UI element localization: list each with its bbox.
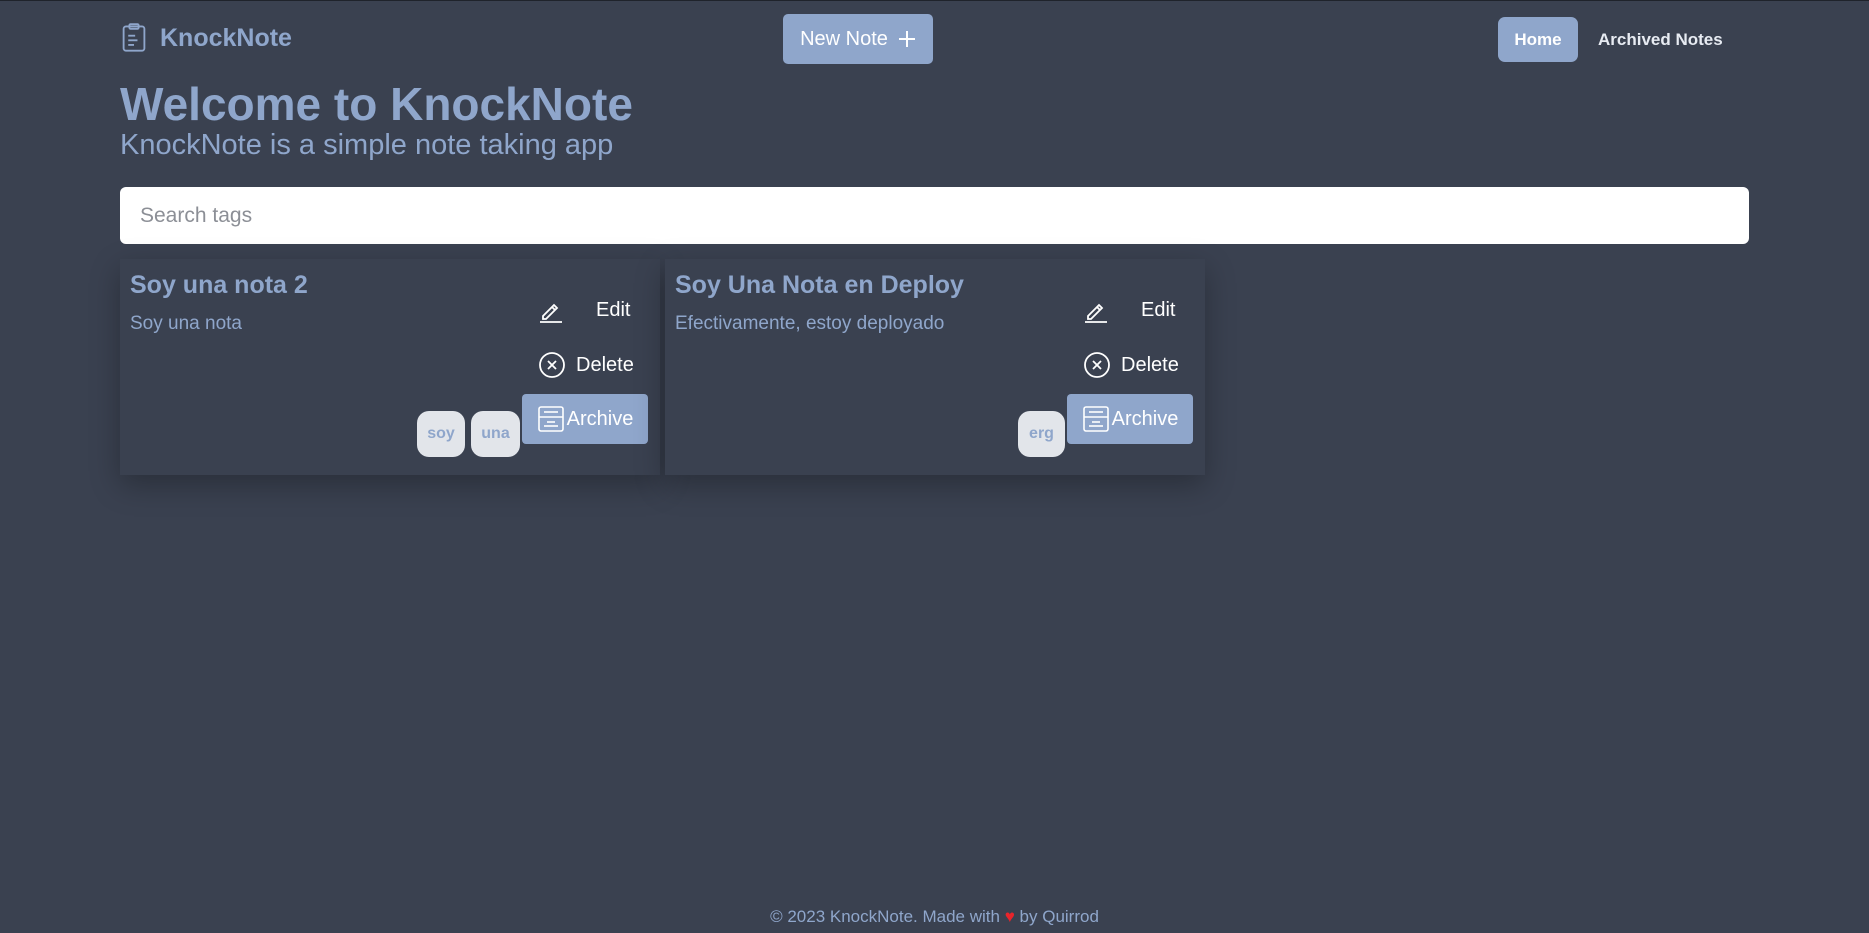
- clipboard-icon: [122, 23, 146, 52]
- page-title: Welcome to KnockNote: [120, 78, 633, 130]
- note-title: Soy una nota 2: [130, 271, 308, 299]
- plus-icon: [898, 31, 915, 47]
- pencil-icon: [540, 303, 562, 323]
- archive-label: Archive: [1111, 407, 1179, 430]
- note-card: Soy una nota 2 Soy una nota Edit Delete …: [120, 259, 660, 475]
- nav-home[interactable]: Home: [1498, 17, 1578, 62]
- search-tags-input[interactable]: [120, 187, 1749, 244]
- new-note-button[interactable]: New Note: [783, 14, 933, 64]
- page-subtitle: KnockNote is a simple note taking app: [120, 129, 614, 161]
- footer: © 2023 KnockNote. Made with ♥ by Quirrod: [0, 907, 1869, 927]
- footer-by: by: [1019, 907, 1038, 926]
- tag-chip[interactable]: erg: [1018, 411, 1065, 457]
- pencil-icon: [1085, 303, 1107, 323]
- new-note-label: New Note: [800, 27, 888, 50]
- edit-label: Edit: [1141, 298, 1176, 321]
- note-content: Soy una nota: [130, 313, 242, 334]
- heart-icon: ♥: [1004, 907, 1015, 926]
- edit-label: Edit: [596, 298, 631, 321]
- brand[interactable]: KnockNote: [120, 23, 292, 53]
- delete-label: Delete: [1121, 353, 1179, 376]
- close-circle-icon: [1084, 352, 1110, 378]
- archive-button[interactable]: Archive: [1067, 394, 1193, 444]
- archive-icon: [537, 406, 564, 432]
- top-navbar: KnockNote New Note Home Archived Notes: [0, 1, 1869, 79]
- edit-button[interactable]: Edit: [1083, 297, 1175, 323]
- tag-chip[interactable]: soy: [417, 411, 465, 457]
- delete-label: Delete: [576, 353, 634, 376]
- footer-author-link[interactable]: Quirrod: [1042, 907, 1099, 926]
- note-content: Efectivamente, estoy deployado: [675, 313, 945, 334]
- note-card: Soy Una Nota en Deploy Efectivamente, es…: [665, 259, 1205, 475]
- hero: Welcome to KnockNote KnockNote is a simp…: [120, 77, 633, 163]
- brand-name: KnockNote: [160, 23, 292, 52]
- note-title: Soy Una Nota en Deploy: [675, 271, 964, 299]
- edit-button[interactable]: Edit: [538, 297, 630, 323]
- footer-prefix: © 2023 KnockNote. Made with: [770, 907, 1000, 926]
- delete-button[interactable]: Delete: [1083, 351, 1179, 379]
- delete-button[interactable]: Delete: [538, 351, 634, 379]
- archive-button[interactable]: Archive: [522, 394, 648, 444]
- archive-icon: [1082, 406, 1109, 432]
- archive-label: Archive: [566, 407, 634, 430]
- nav-archived-notes[interactable]: Archived Notes: [1598, 17, 1723, 62]
- tag-chip[interactable]: una: [471, 411, 520, 457]
- close-circle-icon: [539, 352, 565, 378]
